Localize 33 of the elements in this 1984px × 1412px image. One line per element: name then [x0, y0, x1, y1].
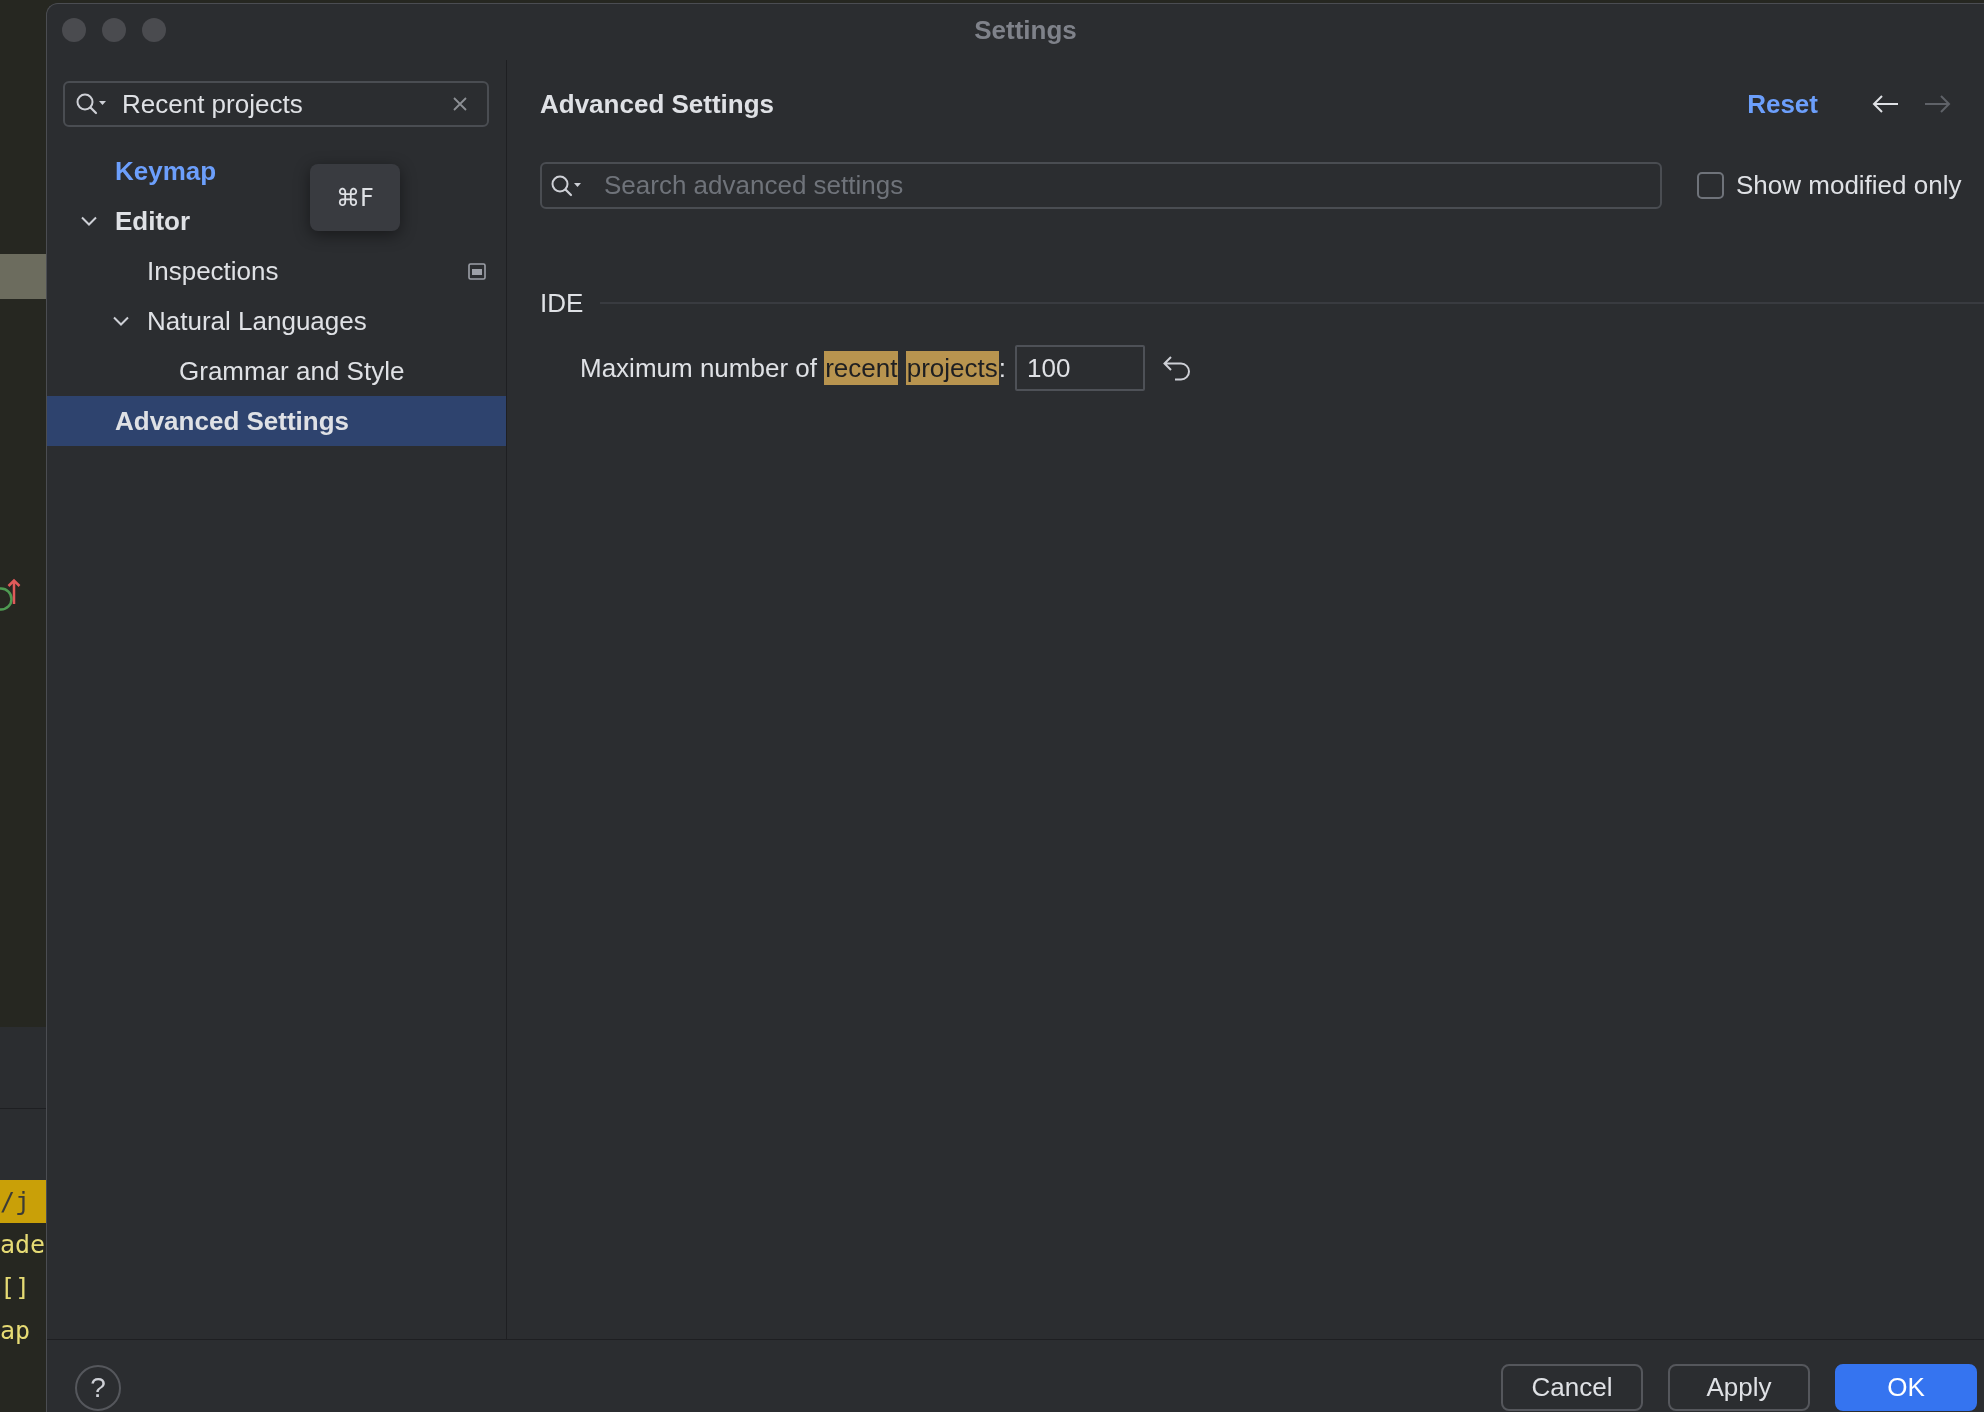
tree-item[interactable]: Natural Languages [113, 305, 367, 337]
chevron-icon[interactable] [113, 316, 129, 326]
undo-icon[interactable] [1161, 355, 1191, 381]
selected-row[interactable]: Advanced Settings [47, 396, 506, 446]
code-line: [] [0, 1272, 32, 1304]
search-field[interactable]: Recent projects [63, 81, 489, 127]
search-icon[interactable] [75, 92, 107, 116]
search-field[interactable]: Search advanced settings [540, 162, 1662, 209]
tree-item[interactable]: Keymap [115, 155, 217, 187]
dialog-button[interactable]: OK [1835, 1364, 1977, 1411]
code-line: ade [0, 1229, 46, 1261]
window-title: Settings [974, 14, 1077, 46]
dialog-button[interactable]: Cancel [1501, 1364, 1643, 1411]
shortcut-tooltip: ⌘F [310, 164, 400, 231]
tree-item[interactable]: Advanced Settings [115, 405, 350, 437]
tree-item[interactable]: Inspections [147, 255, 279, 287]
reset-link[interactable]: Reset [1747, 88, 1818, 120]
tree-item[interactable]: Grammar and Style [179, 355, 405, 387]
page-title: Advanced Settings [540, 88, 775, 120]
search-icon[interactable] [550, 174, 582, 198]
clear-icon[interactable] [453, 97, 467, 111]
checkbox[interactable] [1697, 172, 1724, 199]
tree-item[interactable]: Editor [81, 205, 191, 237]
code-line: ap [0, 1315, 32, 1347]
help-button[interactable]: ? [75, 1365, 121, 1411]
checkbox-label[interactable]: Show modified only [1736, 170, 1962, 201]
dialog-button[interactable]: Apply [1668, 1364, 1810, 1411]
section-title: IDE [540, 287, 584, 319]
back-arrow-icon[interactable] [1872, 94, 1899, 114]
circle-arrow-icon [0, 578, 22, 612]
number-field[interactable]: 100 [1014, 345, 1145, 391]
setting-label: Maximum number of recent projects: [580, 351, 1006, 385]
chevron-icon[interactable] [81, 216, 97, 226]
